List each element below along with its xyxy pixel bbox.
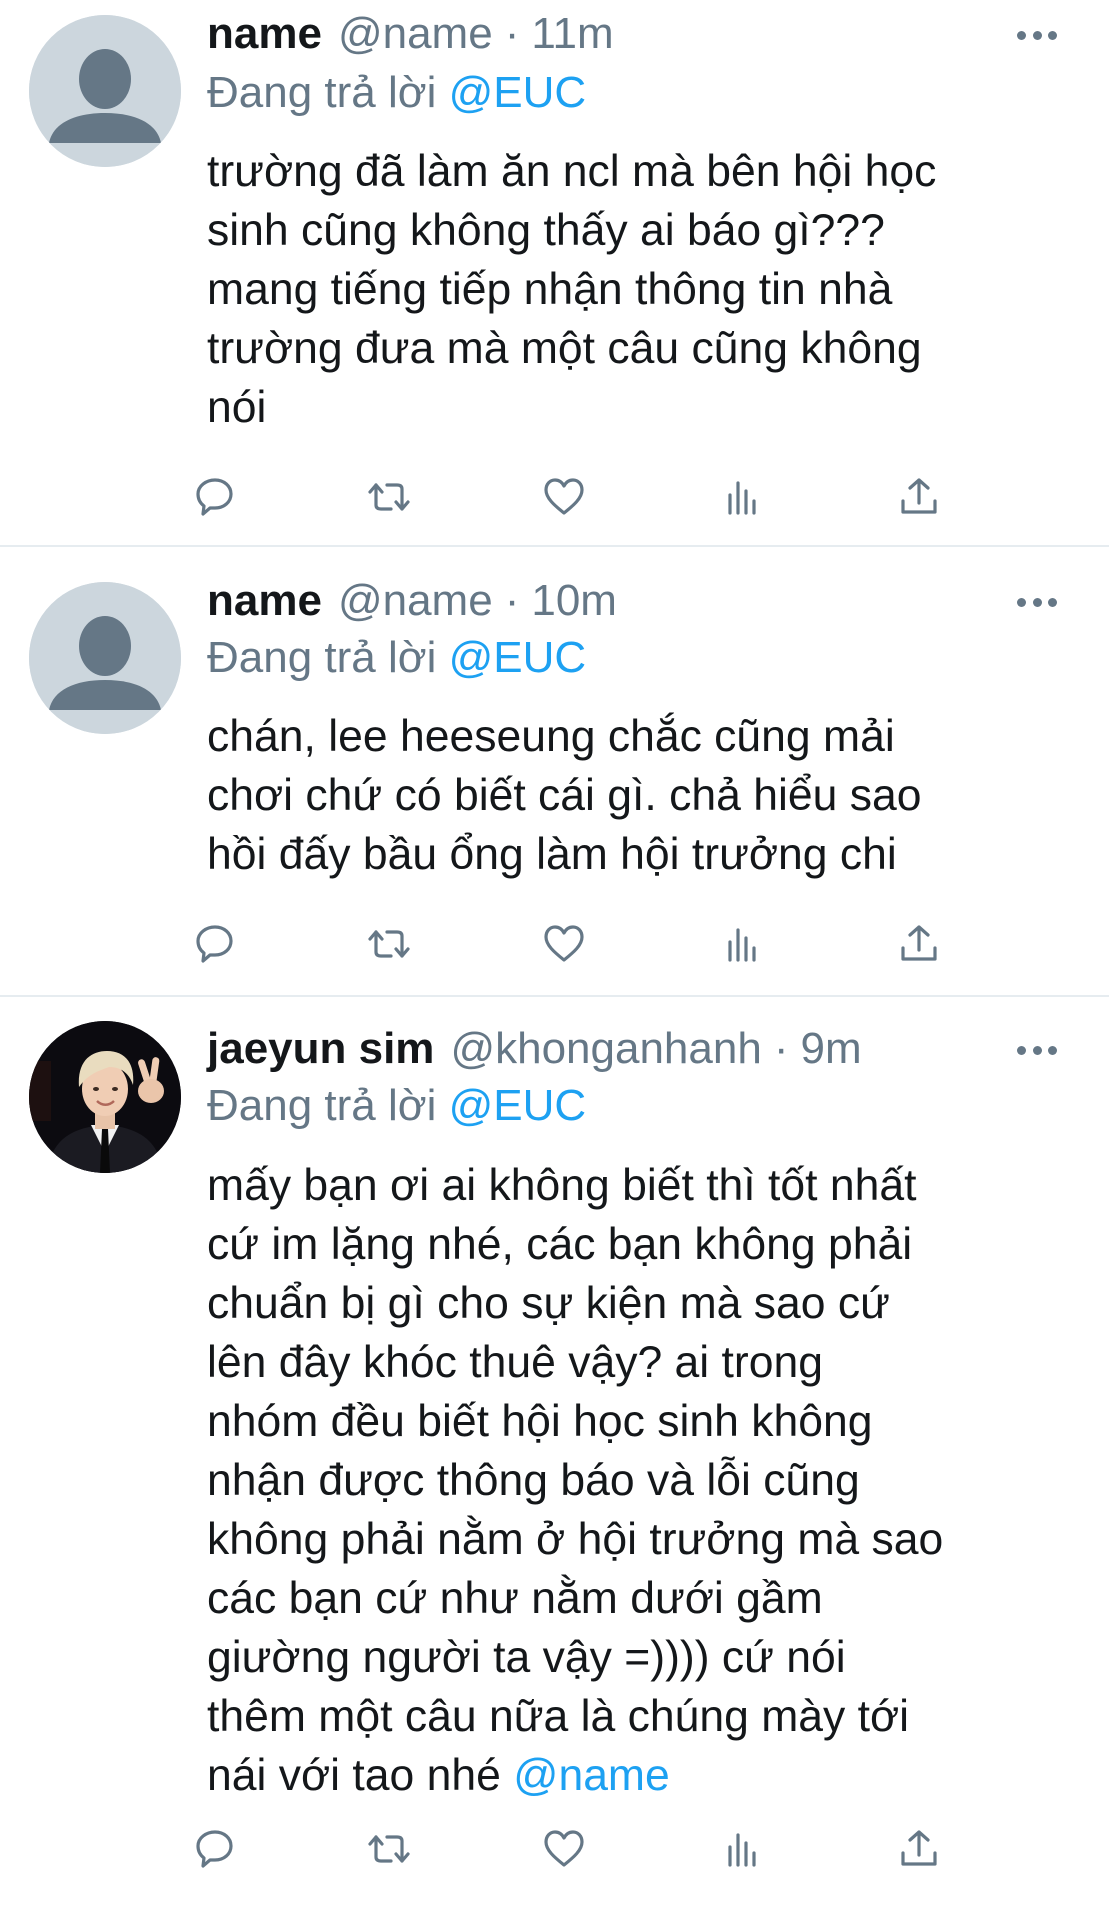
- profile-photo-icon: [29, 1021, 181, 1173]
- more-dot-icon: [1048, 597, 1057, 607]
- more-dot-icon: [1032, 597, 1042, 607]
- tweet[interactable]: name @name · 10m Đang trả lời @EUC chán,…: [0, 547, 1109, 997]
- more-options-button[interactable]: [1017, 20, 1057, 50]
- tweet-text-content: trường đã làm ăn ncl mà bên hội học sinh…: [207, 147, 937, 432]
- more-dot-icon: [1048, 30, 1057, 40]
- replying-to: Đang trả lời @EUC: [207, 629, 586, 687]
- reply-icon: [196, 478, 233, 516]
- replying-to-mention[interactable]: @EUC: [449, 633, 587, 682]
- replying-to-label: Đang trả lời: [207, 1081, 437, 1130]
- like-icon: [544, 925, 584, 962]
- tweet-actions: [196, 467, 1007, 527]
- like-button[interactable]: [534, 1819, 594, 1879]
- share-button[interactable]: [889, 914, 949, 974]
- tweet-text: mấy bạn ơi ai không biết thì tốt nhất cứ…: [207, 1156, 1087, 1805]
- avatar[interactable]: [29, 15, 181, 167]
- retweet-button[interactable]: [359, 467, 419, 527]
- separator-dot: ·: [504, 9, 520, 58]
- user-handle[interactable]: @name: [338, 571, 493, 631]
- retweet-button[interactable]: [359, 1819, 419, 1879]
- user-handle[interactable]: @khonganhanh: [450, 1019, 761, 1079]
- timestamp[interactable]: 9m: [800, 1019, 861, 1079]
- tweet-feed: name @name · 11m Đang trả lời @EUC trườn…: [0, 0, 1109, 1920]
- more-dot-icon: [1017, 1045, 1026, 1055]
- reply-icon: [196, 925, 233, 963]
- more-dot-icon: [1032, 30, 1042, 40]
- tweet-header: name @name · 10m: [207, 571, 617, 631]
- display-name[interactable]: name: [207, 571, 322, 631]
- tweet-header: jaeyun sim @khonganhanh · 9m: [207, 1019, 862, 1079]
- replying-to-mention[interactable]: @EUC: [449, 68, 587, 117]
- separator-dot: ·: [773, 1024, 789, 1073]
- share-icon: [901, 1830, 937, 1866]
- default-avatar-icon: [29, 582, 181, 734]
- tweet-text: chán, lee heeseung chắc cũng mải chơi ch…: [207, 707, 1087, 884]
- analytics-button[interactable]: [712, 1819, 772, 1879]
- replying-to-label: Đang trả lời: [207, 68, 437, 117]
- tweet-header: name @name · 11m: [207, 4, 614, 64]
- like-icon: [544, 478, 584, 515]
- like-icon: [544, 1830, 584, 1867]
- avatar[interactable]: [29, 582, 181, 734]
- reply-icon: [196, 1830, 233, 1868]
- share-button[interactable]: [889, 467, 949, 527]
- like-button[interactable]: [534, 914, 594, 974]
- separator-dot: ·: [504, 576, 520, 625]
- analytics-icon: [728, 928, 756, 962]
- more-dot-icon: [1017, 30, 1026, 40]
- replying-to-mention[interactable]: @EUC: [449, 1081, 587, 1130]
- retweet-icon: [368, 1835, 410, 1863]
- more-dot-icon: [1032, 1045, 1042, 1055]
- share-icon: [901, 925, 937, 961]
- retweet-icon: [368, 483, 410, 511]
- share-icon: [901, 478, 937, 514]
- more-options-button[interactable]: [1017, 587, 1057, 617]
- reply-button[interactable]: [185, 914, 245, 974]
- display-name[interactable]: jaeyun sim: [207, 1019, 434, 1079]
- retweet-icon: [368, 930, 410, 958]
- replying-to-label: Đang trả lời: [207, 633, 437, 682]
- reply-button[interactable]: [185, 467, 245, 527]
- avatar[interactable]: [29, 1021, 181, 1173]
- tweet-actions: [196, 1819, 1007, 1879]
- reply-button[interactable]: [185, 1819, 245, 1879]
- retweet-button[interactable]: [359, 914, 419, 974]
- tweet-text-content: chán, lee heeseung chắc cũng mải chơi ch…: [207, 712, 922, 879]
- replying-to: Đang trả lời @EUC: [207, 64, 586, 122]
- more-options-button[interactable]: [1017, 1035, 1057, 1065]
- analytics-icon: [728, 1833, 756, 1867]
- display-name[interactable]: name: [207, 4, 322, 64]
- tweet[interactable]: name @name · 11m Đang trả lời @EUC trườn…: [0, 0, 1109, 547]
- tweet-text: trường đã làm ăn ncl mà bên hội học sinh…: [207, 142, 1087, 437]
- tweet-text-content: mấy bạn ơi ai không biết thì tốt nhất cứ…: [207, 1161, 944, 1800]
- tweet[interactable]: jaeyun sim @khonganhanh · 9m Đang trả lờ…: [0, 997, 1109, 1918]
- timestamp[interactable]: 10m: [531, 571, 617, 631]
- tweet-actions: [196, 914, 1007, 974]
- text-mention-link[interactable]: @name: [513, 1751, 670, 1800]
- like-button[interactable]: [534, 467, 594, 527]
- replying-to: Đang trả lời @EUC: [207, 1077, 586, 1135]
- default-avatar-icon: [29, 15, 181, 167]
- user-handle[interactable]: @name: [338, 4, 493, 64]
- more-dot-icon: [1048, 1045, 1057, 1055]
- share-button[interactable]: [889, 1819, 949, 1879]
- more-dot-icon: [1017, 597, 1026, 607]
- analytics-icon: [728, 481, 756, 515]
- timestamp[interactable]: 11m: [531, 4, 613, 64]
- analytics-button[interactable]: [712, 467, 772, 527]
- analytics-button[interactable]: [712, 914, 772, 974]
